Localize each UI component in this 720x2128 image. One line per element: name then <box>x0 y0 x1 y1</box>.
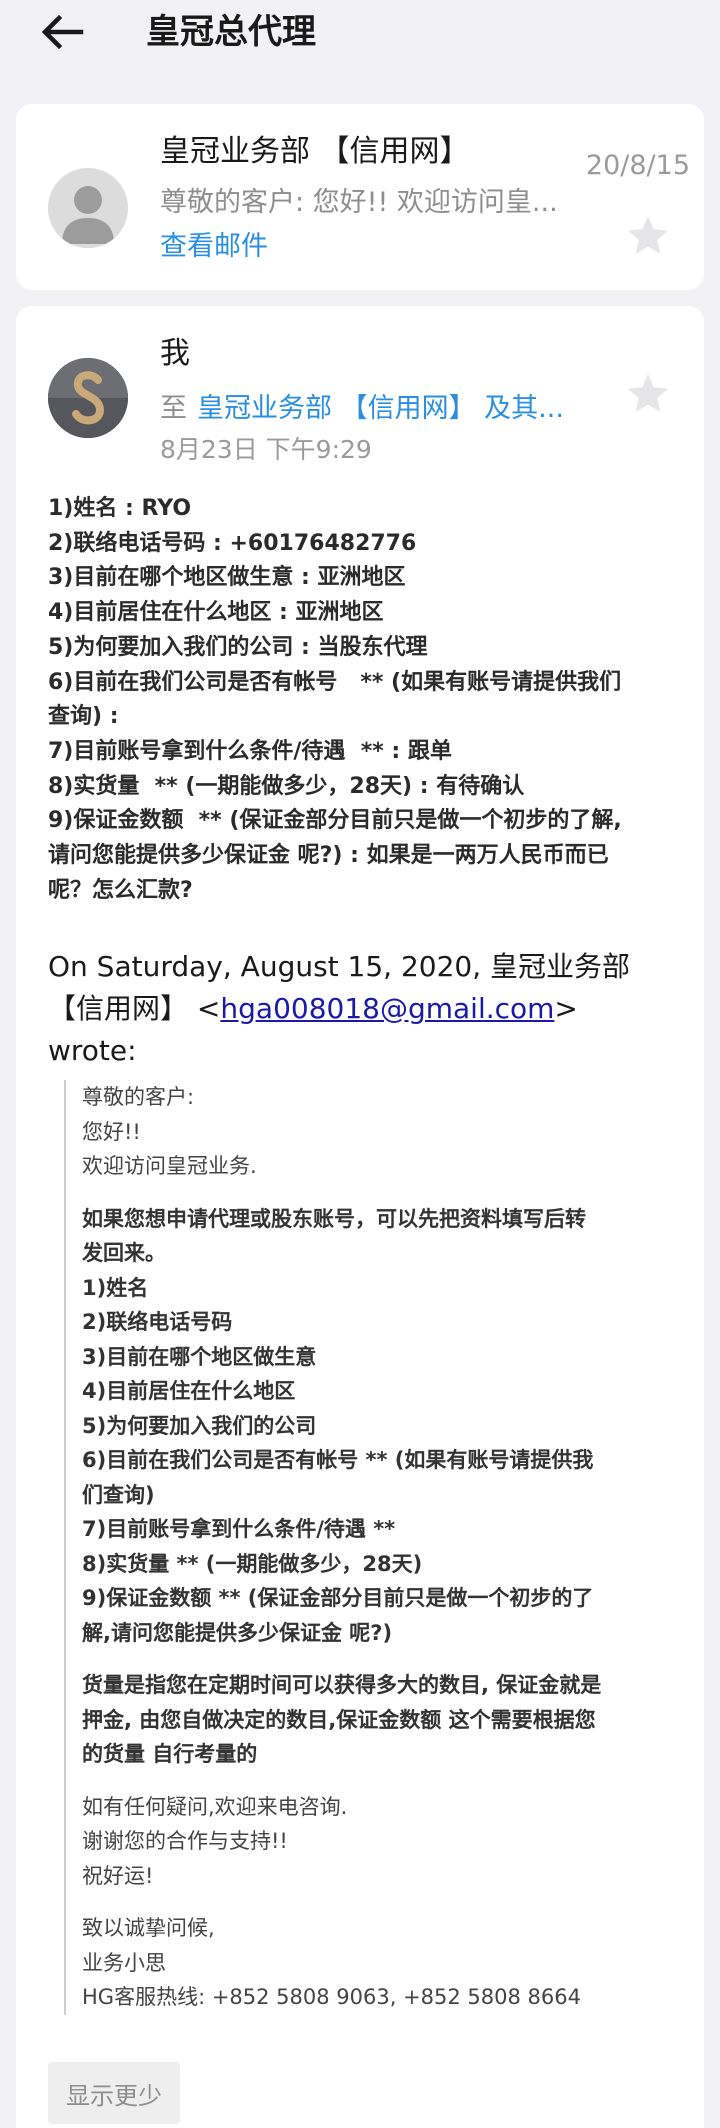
reply-line: 查询) : <box>48 704 119 730</box>
show-less-button[interactable]: 显示更少 <box>48 2062 180 2124</box>
star-icon <box>628 216 668 254</box>
quote-line: 押金, 由您自做决定的数目,保证金数额 这个需要根据您 <box>82 1707 596 1732</box>
attribution-name: 【信用网】 <box>48 992 189 1025</box>
quote-attribution: On Saturday, August 15, 2020, 皇冠业务部 【信用网… <box>48 946 678 1072</box>
back-button[interactable] <box>40 10 86 54</box>
quote-line: 谢谢您的合作与支持!! <box>82 1829 288 1853</box>
quote-line: 2)联络电话号码 <box>82 1310 233 1334</box>
default-person-icon <box>48 168 128 248</box>
quote-line: 6)目前在我们公司是否有帐号 ** (如果有账号请提供我 <box>82 1448 594 1472</box>
quote-line: 8)实货量 ** (一期能做多少，28天) <box>82 1551 423 1576</box>
quote-line: 9)保证金数额 ** (保证金部分目前只是做一个初步的了 <box>82 1586 594 1610</box>
reply-line: 1)姓名 : RYO <box>48 496 192 521</box>
email-link[interactable]: hga008018@gmail.com <box>220 992 554 1025</box>
recipients-line[interactable]: 至皇冠业务部 【信用网】 及其... <box>160 386 564 425</box>
star-button[interactable] <box>624 212 672 260</box>
reply-line: 8)实货量 ** (一期能做多少，28天) : 有待确认 <box>48 773 525 799</box>
quote-line: 您好!! <box>82 1119 141 1144</box>
reply-line: 3)目前在哪个地区做生意 : 亚洲地区 <box>48 565 406 591</box>
attribution-line: 【信用网】 <hga008018@gmail.com> <box>48 992 578 1025</box>
quote-line: 货量是指您在定期时间可以获得多大的数目, 保证金就是 <box>82 1673 602 1697</box>
quote-line: 发回来。 <box>82 1241 166 1265</box>
quote-line: 1)姓名 <box>82 1275 149 1300</box>
view-email-link[interactable]: 查看邮件 <box>160 224 268 263</box>
quote-line: 祝好运! <box>82 1863 154 1888</box>
email-date: 20/8/15 <box>585 150 690 181</box>
sender-name: 皇冠业务部 【信用网】 <box>160 134 470 169</box>
reply-line: 9)保证金数额 ** (保证金部分目前只是做一个初步的了解, <box>48 808 622 834</box>
reply-line: 2)联络电话号码 : +60176482776 <box>48 530 417 556</box>
star-button[interactable] <box>624 370 672 418</box>
attribution-line: wrote: <box>48 1034 137 1067</box>
recipients-link[interactable]: 皇冠业务部 【信用网】 及其... <box>197 393 564 424</box>
attribution-line: On Saturday, August 15, 2020, 皇冠业务部 <box>48 950 631 983</box>
top-bar: 皇冠总代理 <box>0 0 720 64</box>
reply-line: 6)目前在我们公司是否有帐号 ** (如果有账号请提供我们 <box>48 669 622 695</box>
quote-line: 们查询) <box>82 1482 155 1507</box>
page-title: 皇冠总代理 <box>146 12 316 52</box>
sender-name: 我 <box>160 336 190 371</box>
reply-body: 1)姓名 : RYO 2)联络电话号码 : +60176482776 3)目前在… <box>48 492 678 908</box>
avatar <box>48 168 128 248</box>
reply-line: 7)目前账号拿到什么条件/待遇 ** : 跟单 <box>48 738 452 764</box>
email-card-received[interactable]: 皇冠业务部 【信用网】 20/8/15 尊敬的客户: 您好!! 欢迎访问皇...… <box>16 104 704 290</box>
back-arrow-icon <box>41 14 84 50</box>
quote-line: 5)为何要加入我们的公司 <box>82 1413 317 1438</box>
quote-line: 7)目前账号拿到什么条件/待遇 ** <box>82 1517 396 1541</box>
quote-line: 欢迎访问皇冠业务. <box>82 1154 257 1178</box>
quote-line: 致以诚挚问候, <box>82 1916 215 1940</box>
quoted-message: 尊敬的客户: 您好!! 欢迎访问皇冠业务. 如果您想申请代理或股东账号，可以先把… <box>64 1080 684 2015</box>
star-icon <box>628 374 668 412</box>
reply-line: 请问您能提供多少保证金 呢?) : 如果是一两万人民币而已 <box>48 843 609 869</box>
reply-line: 4)目前居住在什么地区 : 亚洲地区 <box>48 600 384 626</box>
quote-line: 解,请问您能提供多少保证金 呢?) <box>82 1620 393 1645</box>
to-label: 至 <box>160 393 187 424</box>
quote-line: 的货量 自行考量的 <box>82 1742 258 1766</box>
quote-line: HG客服热线: +852 5808 9063, +852 5808 8664 <box>82 1985 581 2009</box>
quote-line: 4)目前居住在什么地区 <box>82 1379 296 1403</box>
quote-line: 3)目前在哪个地区做生意 <box>82 1344 317 1369</box>
reply-line: 5)为何要加入我们的公司 : 当股东代理 <box>48 634 428 660</box>
reply-line: 呢？怎么汇款? <box>48 877 193 903</box>
email-preview: 尊敬的客户: 您好!! 欢迎访问皇... <box>160 187 558 218</box>
letter-s-avatar-icon <box>48 358 128 438</box>
quote-line: 如有任何疑问,欢迎来电咨询. <box>82 1794 348 1819</box>
quote-line: 如果您想申请代理或股东账号，可以先把资料填写后转 <box>82 1206 586 1231</box>
avatar <box>48 358 128 438</box>
email-date: 8月23日 下午9:29 <box>160 435 372 464</box>
quote-line: 业务小思 <box>82 1950 166 1975</box>
email-card-sent: 我 至皇冠业务部 【信用网】 及其... 8月23日 下午9:29 1)姓名 :… <box>16 306 704 2128</box>
quote-line: 尊敬的客户: <box>82 1085 195 1109</box>
